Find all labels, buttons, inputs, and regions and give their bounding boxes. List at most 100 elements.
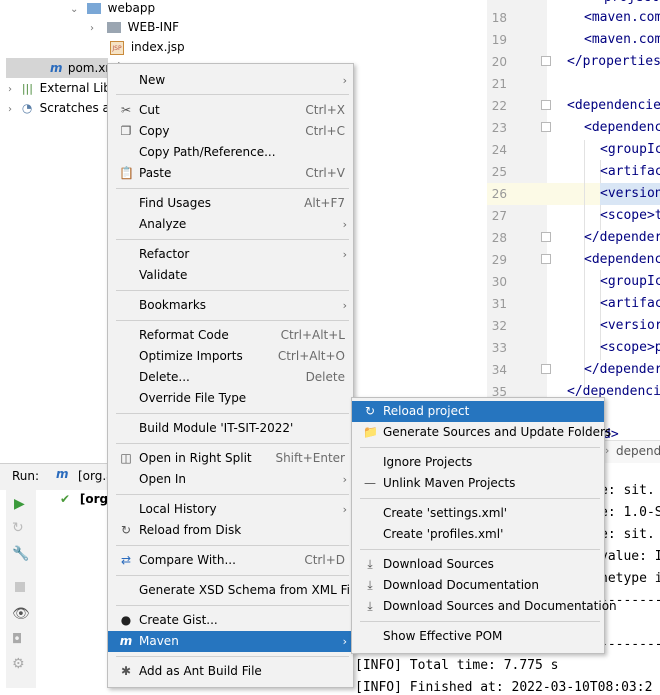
line-number: 33 (491, 341, 507, 355)
submenu-item-show-effective-pom[interactable]: Show Effective POM (352, 626, 604, 647)
submenu-item-create-profiles-xml[interactable]: Create 'profiles.xml' (352, 524, 604, 545)
submenu-item-reload-project[interactable]: ↻ Reload project (352, 401, 604, 422)
fold-marker-icon[interactable] (541, 364, 551, 374)
submenu-item-create-settings-xml[interactable]: Create 'settings.xml' (352, 503, 604, 524)
menu-item-cut[interactable]: ✂ Cut Ctrl+X (108, 100, 353, 121)
tree-item-index-jsp[interactable]: JSP index.jsp (110, 37, 185, 57)
menu-item-reformat-code[interactable]: Reformat Code Ctrl+Alt+L (108, 325, 353, 346)
menu-item-maven[interactable]: m Maven › (108, 631, 353, 652)
menu-separator (116, 413, 349, 414)
menu-item-new[interactable]: New › (108, 70, 353, 91)
menu-separator (116, 94, 349, 95)
menu-item-generate-xsd[interactable]: Generate XSD Schema from XML File... (108, 580, 372, 601)
reload-icon: ↻ (364, 404, 376, 418)
menu-item-create-gist[interactable]: ● Create Gist... (108, 610, 353, 631)
tree-item-label: WEB-INF (127, 20, 180, 34)
tree-item-scratches[interactable]: › ◔ Scratches a (8, 98, 110, 118)
console-line: e: sit. (600, 527, 655, 542)
menu-item-compare-with[interactable]: ⇄ Compare With... Ctrl+D (108, 550, 353, 571)
menu-item-override-file-type[interactable]: Override File Type (108, 388, 353, 409)
submenu-item-download-sources-and-docs[interactable]: ⤓ Download Sources and Documentation (352, 596, 616, 617)
line-number: 20 (491, 55, 507, 69)
ant-icon: ✱ (120, 664, 132, 678)
menu-item-delete[interactable]: Delete... Delete (108, 367, 353, 388)
menu-item-copy[interactable]: ❐ Copy Ctrl+C (108, 121, 353, 142)
menu-item-build-module[interactable]: Build Module 'IT-SIT-2022' (108, 418, 353, 439)
code-fragment: projecto (604, 0, 660, 5)
line-number: 24 (491, 143, 507, 157)
line-number: 26 (491, 187, 507, 201)
console-line: -------- (600, 637, 660, 652)
console-line: value: I (600, 549, 660, 564)
split-icon: ◫ (120, 451, 132, 465)
menu-item-reload-from-disk[interactable]: ↻ Reload from Disk (108, 520, 353, 541)
menu-item-copy-path[interactable]: Copy Path/Reference... (108, 142, 353, 163)
run-tree-item[interactable]: ✔ [org. (60, 492, 113, 506)
run-toolbar: Run: m [org.a (0, 463, 114, 490)
chevron-right-icon: › (342, 218, 347, 231)
menu-item-analyze[interactable]: Analyze › (108, 214, 353, 235)
submenu-item-download-sources[interactable]: ⤓ Download Sources (352, 554, 604, 575)
line-number: 21 (491, 77, 507, 91)
scratches-icon: ◔ (21, 101, 33, 115)
stop-icon[interactable] (15, 582, 25, 592)
menu-item-local-history[interactable]: Local History › (108, 499, 353, 520)
console-line: e: sit. (600, 483, 655, 498)
cut-icon: ✂ (120, 103, 132, 117)
chevron-right-icon[interactable]: › (8, 80, 18, 100)
menu-item-optimize-imports[interactable]: Optimize Imports Ctrl+Alt+O (108, 346, 353, 367)
line-number: 31 (491, 297, 507, 311)
context-menu: New › ✂ Cut Ctrl+X ❐ Copy Ctrl+C Copy Path/Re… (107, 63, 372, 688)
chevron-right-icon: › (342, 503, 347, 516)
menu-item-open-right-split[interactable]: ◫ Open in Right Split Shift+Enter (108, 448, 353, 469)
fold-marker-icon[interactable] (541, 100, 551, 110)
tree-item-web-inf[interactable]: › WEB-INF (90, 17, 179, 37)
submenu-item-generate-sources[interactable]: 📁 Generate Sources and Update Folders (352, 422, 611, 443)
menu-item-refactor[interactable]: Refactor › (108, 244, 353, 265)
code-line: <maven.com (584, 32, 660, 47)
code-line: </properties (567, 54, 660, 69)
menu-item-validate[interactable]: Validate (108, 265, 353, 286)
download-icon: ⤓ (367, 599, 373, 613)
line-number: 27 (491, 209, 507, 223)
menu-separator (116, 188, 349, 189)
line-number: 29 (491, 253, 507, 267)
tree-item-webapp[interactable]: ⌄ webapp (70, 0, 155, 18)
menu-item-bookmarks[interactable]: Bookmarks › (108, 295, 353, 316)
camera-icon[interactable]: ◘ (12, 632, 22, 647)
submenu-item-download-documentation[interactable]: ⤓ Download Documentation (352, 575, 604, 596)
maven-icon: m (119, 634, 133, 648)
run-icon[interactable]: ▶ (14, 496, 25, 512)
code-line: <dependencie (567, 98, 660, 113)
wrench-icon[interactable]: 🔧 (12, 546, 29, 562)
menu-item-open-in[interactable]: Open In › (108, 469, 353, 490)
submenu-item-unlink-maven-projects[interactable]: — Unlink Maven Projects (352, 473, 604, 494)
fold-marker-icon[interactable] (541, 56, 551, 66)
menu-separator (360, 498, 600, 499)
settings-icon[interactable]: ⚙ (12, 656, 25, 672)
fold-marker-icon[interactable] (541, 254, 551, 264)
fold-marker-icon[interactable] (541, 232, 551, 242)
menu-separator (116, 239, 349, 240)
rerun-icon[interactable]: ↻ (12, 520, 24, 536)
tree-item-external-libraries[interactable]: › ||| External Lib (8, 78, 111, 98)
editor-breadcrumb[interactable]: depende (616, 444, 660, 458)
submenu-item-ignore-projects[interactable]: Ignore Projects (352, 452, 604, 473)
code-line: <dependenc (584, 252, 660, 267)
copy-icon: ❐ (120, 124, 132, 138)
chevron-right-icon: › (342, 635, 347, 648)
chevron-down-icon[interactable]: ⌄ (70, 0, 80, 20)
menu-item-paste[interactable]: 📋 Paste Ctrl+V (108, 163, 353, 184)
menu-item-add-ant-build[interactable]: ✱ Add as Ant Build File (108, 661, 353, 682)
menu-item-find-usages[interactable]: Find Usages Alt+F7 (108, 193, 353, 214)
chevron-right-icon[interactable]: › (8, 100, 18, 120)
chevron-right-icon: › (342, 299, 347, 312)
jsp-file-icon: JSP (110, 40, 124, 55)
menu-separator (116, 656, 349, 657)
fold-marker-icon[interactable] (541, 122, 551, 132)
code-line: <groupIc (600, 142, 660, 157)
eye-icon[interactable]: 👁 (12, 606, 30, 622)
download-icon: ⤓ (367, 557, 373, 571)
paste-icon: 📋 (119, 166, 134, 180)
chevron-right-icon[interactable]: › (90, 19, 100, 39)
